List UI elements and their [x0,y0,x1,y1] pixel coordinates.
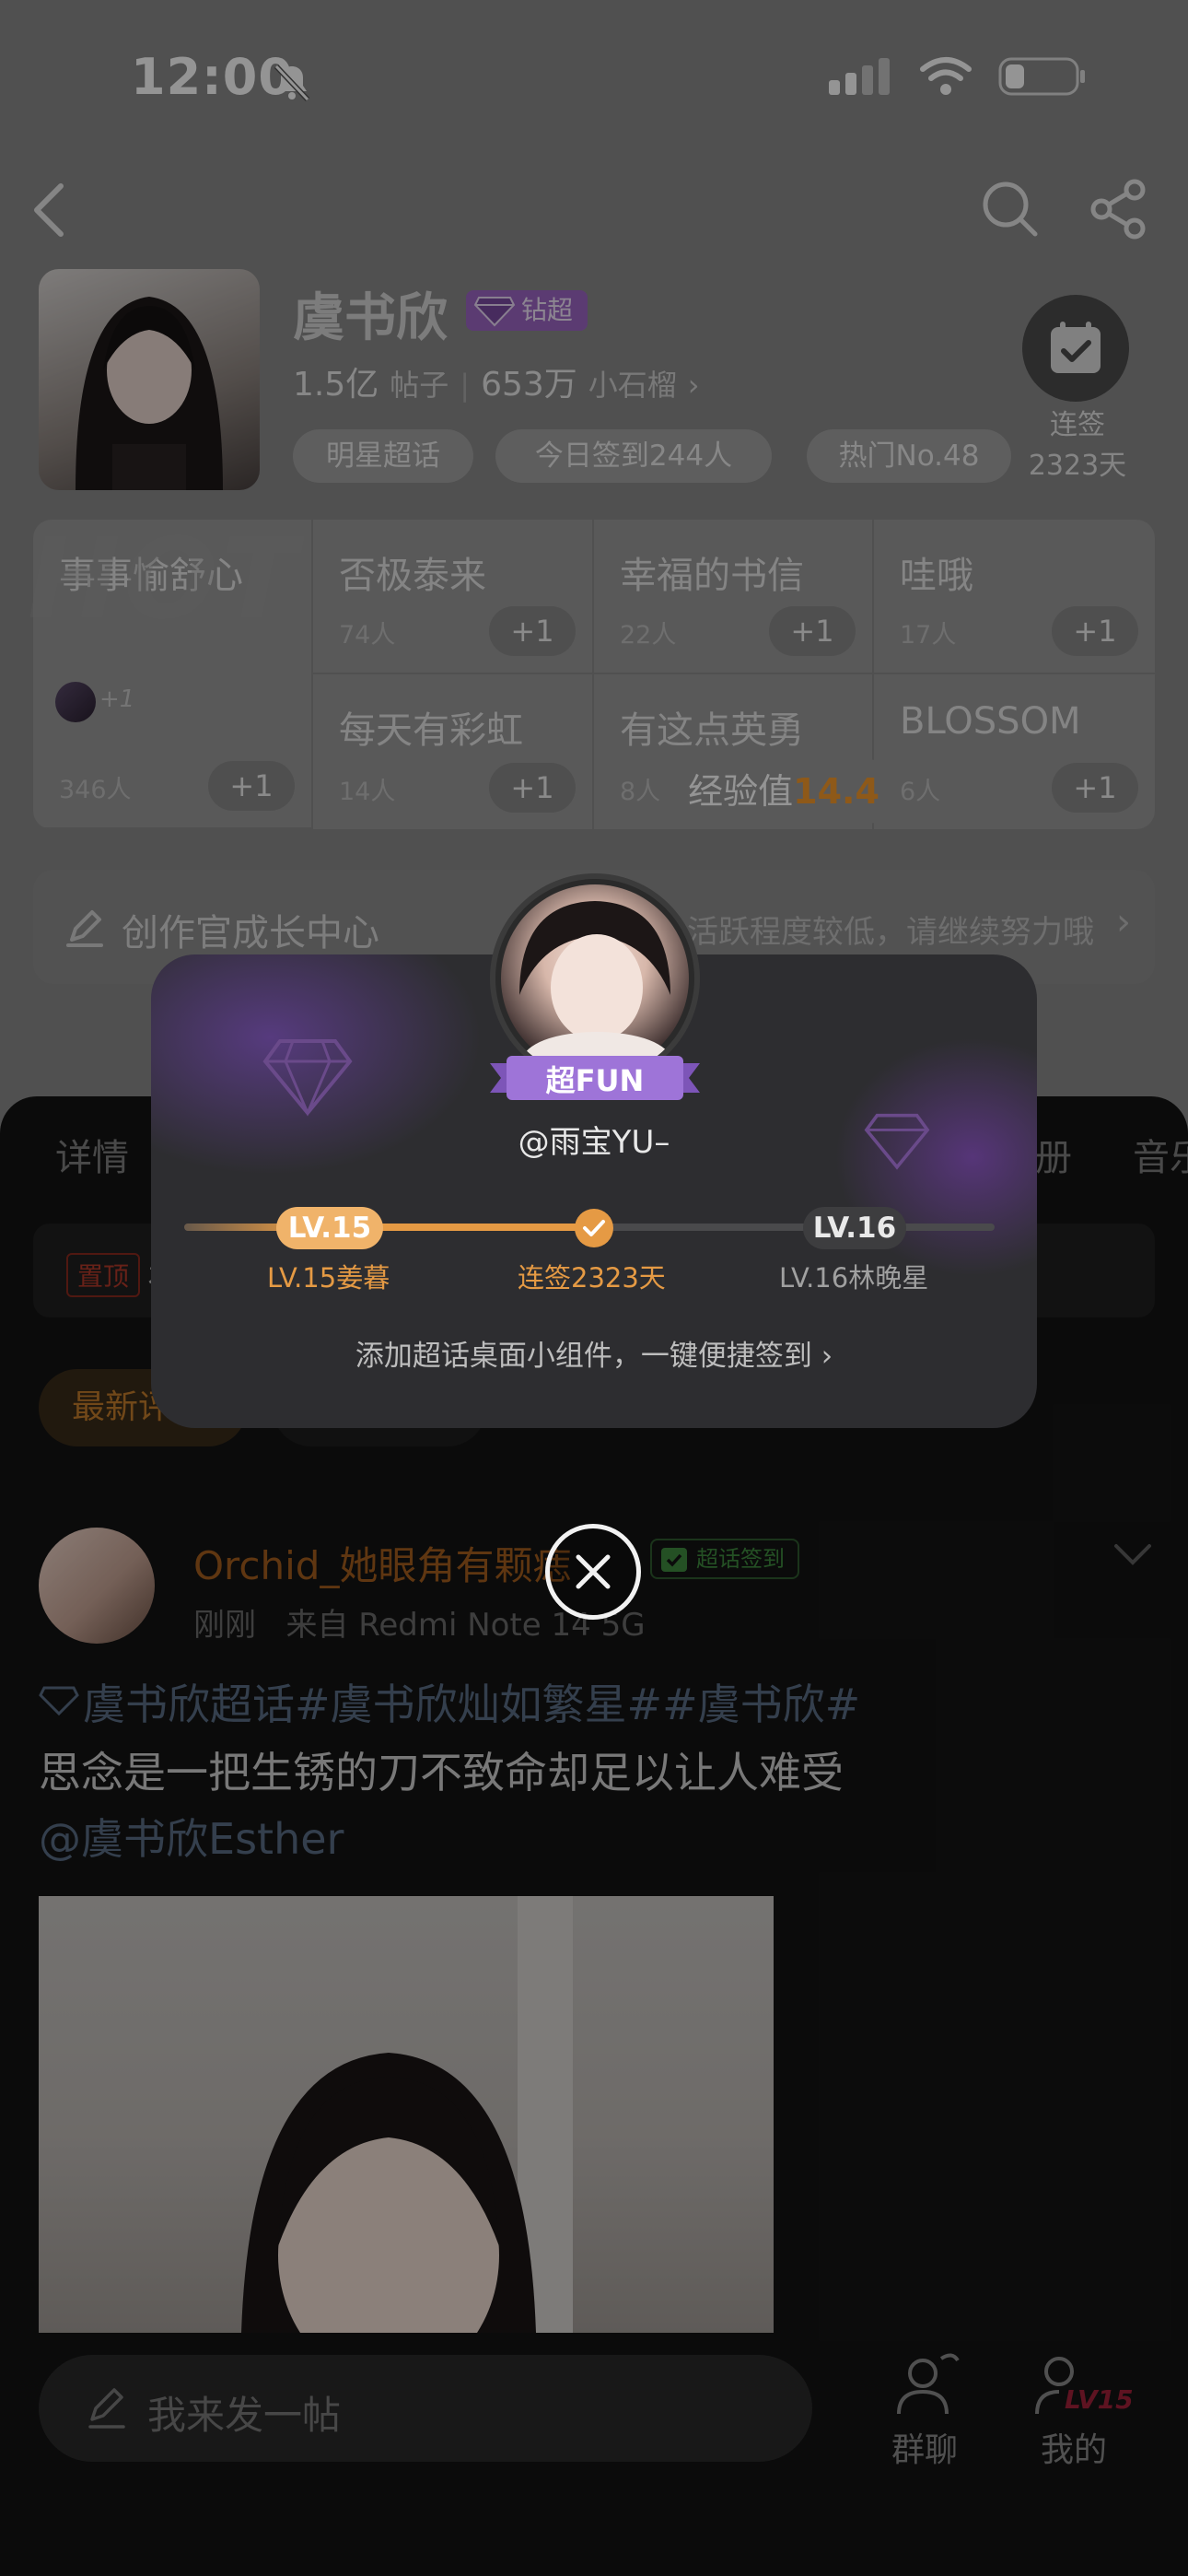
super-fun-banner: 超FUN [490,1050,700,1106]
level-progress-fill [184,1224,594,1231]
streak-days: 连签2323天 [518,1262,666,1294]
user-avatar-photo [519,901,670,1072]
super-fun-label: 超FUN [545,1063,645,1098]
chevron-right-icon: › [821,1340,833,1373]
current-level-pill: LV.15 [276,1207,383,1249]
streak-check-icon [575,1209,613,1247]
add-widget-link[interactable]: 添加超话桌面小组件，一键便捷签到 › [0,1332,1188,1374]
next-level-pill: LV.16 [803,1207,906,1249]
diamond-decoration-icon [262,1039,353,1117]
current-level-title: LV.15姜暮 [267,1262,390,1294]
popup-username: @雨宝YU– [518,1124,670,1161]
close-popup-button[interactable] [545,1524,641,1620]
close-icon [576,1554,611,1589]
next-level-title: LV.16林晚星 [779,1262,929,1294]
add-widget-label: 添加超话桌面小组件，一键便捷签到 [355,1340,812,1373]
